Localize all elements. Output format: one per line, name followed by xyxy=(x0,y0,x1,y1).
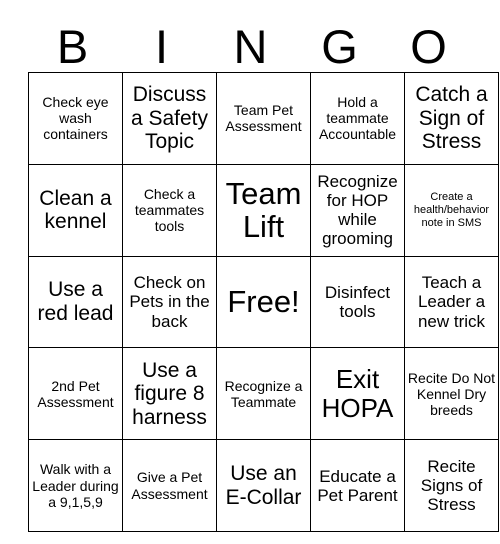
bingo-row: Use a red lead Check on Pets in the back… xyxy=(28,255,499,349)
bingo-header-letter-i: I xyxy=(154,20,169,73)
bingo-row: Clean a kennel Check a teammates tools T… xyxy=(28,163,499,257)
bingo-cell-label: Use a red lead xyxy=(37,278,114,325)
bingo-cell[interactable]: Create a health/behavior note in SMS xyxy=(404,163,499,257)
bingo-cell[interactable]: Exit HOPA xyxy=(310,347,405,441)
bingo-cell-label: Catch a Sign of Stress xyxy=(415,83,488,154)
bingo-cell-label: Use a figure 8 harness xyxy=(132,358,207,429)
bingo-cell-label: Walk with a Leader during a 9,1,5,9 xyxy=(32,461,119,510)
bingo-cell[interactable]: Use a figure 8 harness xyxy=(122,347,217,441)
bingo-cell[interactable]: Give a Pet Assessment xyxy=(122,439,217,532)
bingo-cell-label: Recognize for HOP while grooming xyxy=(317,172,398,249)
bingo-card: B I N G O Check eye wash containers Disc… xyxy=(28,14,499,532)
bingo-cell-label: Educate a Pet Parent xyxy=(317,466,398,505)
bingo-header-letter-o: O xyxy=(410,20,447,73)
bingo-cell-label: Exit HOPA xyxy=(321,364,394,423)
bingo-cell[interactable]: Discuss a Safety Topic xyxy=(122,72,217,165)
bingo-header-letter-b: B xyxy=(56,20,89,73)
bingo-cell[interactable]: Recite Do Not Kennel Dry breeds xyxy=(404,347,499,441)
bingo-cell[interactable]: Team Lift xyxy=(216,163,311,257)
bingo-cell[interactable]: Clean a kennel xyxy=(28,163,123,257)
bingo-cell-label: Teach a Leader a new trick xyxy=(417,273,486,331)
bingo-cell[interactable]: Recognize a Teammate xyxy=(216,347,311,441)
bingo-cell-label: Recite Signs of Stress xyxy=(420,457,483,515)
bingo-cell[interactable]: Check eye wash containers xyxy=(28,72,123,165)
bingo-cell[interactable]: Recite Signs of Stress xyxy=(404,439,499,532)
bingo-cell[interactable]: Use a red lead xyxy=(28,255,123,349)
bingo-cell-label: Check eye wash containers xyxy=(42,94,109,143)
bingo-cell-label: 2nd Pet Assessment xyxy=(37,377,114,410)
bingo-cell[interactable]: 2nd Pet Assessment xyxy=(28,347,123,441)
bingo-cell-label: Team Pet Assessment xyxy=(225,102,302,135)
bingo-cell[interactable]: Recognize for HOP while grooming xyxy=(310,163,405,257)
bingo-cell-label: Create a health/behavior note in SMS xyxy=(413,190,490,229)
bingo-cell-label: Recite Do Not Kennel Dry breeds xyxy=(407,369,496,418)
bingo-cell-label: Discuss a Safety Topic xyxy=(130,83,209,154)
bingo-header-letter-n: N xyxy=(233,20,268,73)
bingo-cell-label: Recognize a Teammate xyxy=(224,377,303,410)
bingo-cell-label: Give a Pet Assessment xyxy=(131,469,208,502)
bingo-cell[interactable]: Walk with a Leader during a 9,1,5,9 xyxy=(28,439,123,532)
bingo-row: 2nd Pet Assessment Use a figure 8 harnes… xyxy=(28,347,499,441)
bingo-header-letter-g: G xyxy=(321,20,358,73)
bingo-cell-label: Check on Pets in the back xyxy=(129,273,210,331)
bingo-cell[interactable]: Team Pet Assessment xyxy=(216,72,311,165)
bingo-cell-label: Clean a kennel xyxy=(39,186,112,234)
bingo-cell-label: Hold a teammate Accountable xyxy=(318,94,397,143)
bingo-grid-body: Check eye wash containers Discuss a Safe… xyxy=(28,72,499,532)
bingo-row: Walk with a Leader during a 9,1,5,9 Give… xyxy=(28,439,499,532)
bingo-cell[interactable]: Check a teammates tools xyxy=(122,163,217,257)
bingo-grid: Check eye wash containers Discuss a Safe… xyxy=(28,72,499,532)
bingo-cell[interactable]: Disinfect tools xyxy=(310,255,405,349)
bingo-free-space-label: Free! xyxy=(227,284,300,320)
bingo-cell[interactable]: Check on Pets in the back xyxy=(122,255,217,349)
bingo-row: Check eye wash containers Discuss a Safe… xyxy=(28,72,499,165)
bingo-cell-label: Use an E-Collar xyxy=(225,462,302,509)
bingo-header-row: B I N G O xyxy=(28,14,473,72)
bingo-cell[interactable]: Use an E-Collar xyxy=(216,439,311,532)
bingo-cell-label: Team Lift xyxy=(225,175,302,245)
bingo-cell[interactable]: Teach a Leader a new trick xyxy=(404,255,499,349)
bingo-cell[interactable]: Catch a Sign of Stress xyxy=(404,72,499,165)
bingo-cell-free[interactable]: Free! xyxy=(216,255,311,349)
bingo-cell-label: Check a teammates tools xyxy=(134,186,205,235)
bingo-cell[interactable]: Hold a teammate Accountable xyxy=(310,72,405,165)
bingo-cell-label: Disinfect tools xyxy=(324,282,391,321)
bingo-cell[interactable]: Educate a Pet Parent xyxy=(310,439,405,532)
